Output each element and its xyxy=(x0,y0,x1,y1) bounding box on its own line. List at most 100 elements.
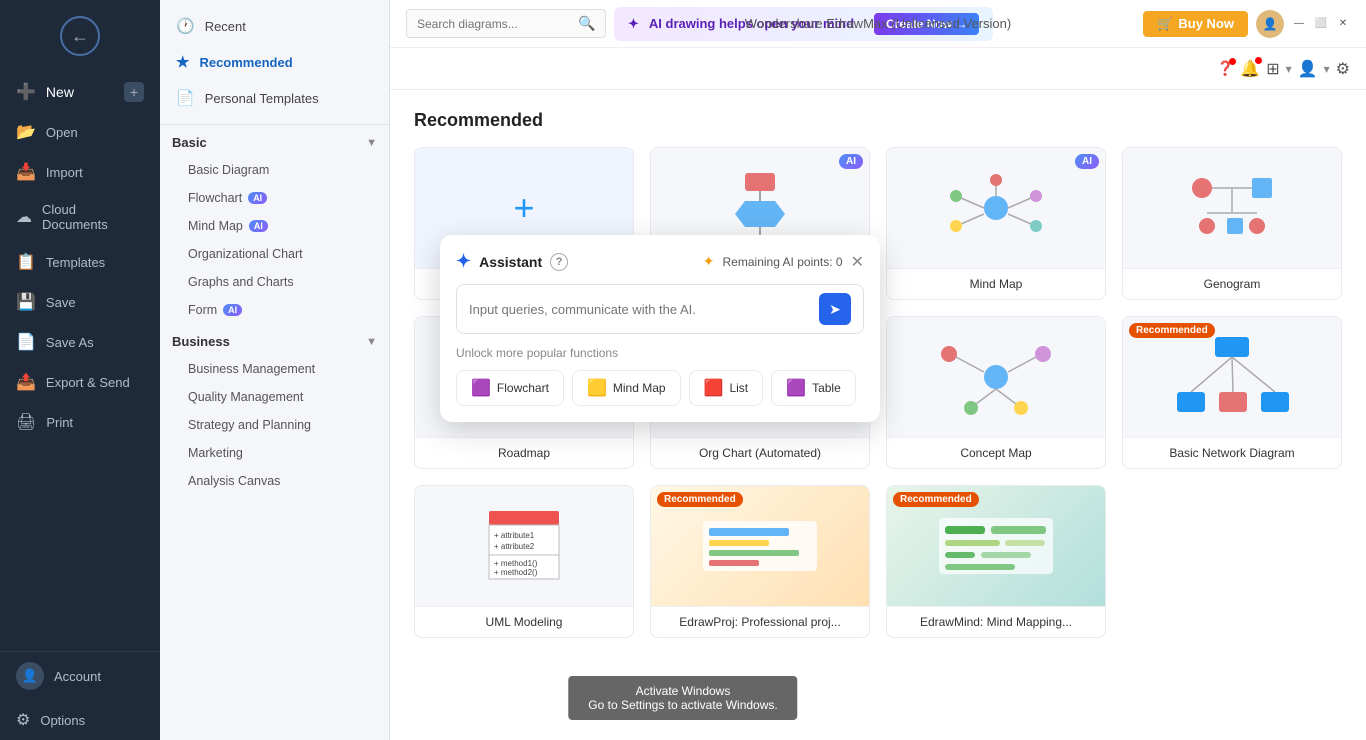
sidebar-nav-save[interactable]: 💾 Save xyxy=(0,282,160,322)
search-box[interactable]: 🔍 xyxy=(406,9,606,38)
maximize-button[interactable]: ⬜ xyxy=(1314,17,1328,31)
flowchart-label: Flowchart xyxy=(188,191,242,205)
nav-sub-mind-map[interactable]: Mind Map AI xyxy=(160,212,389,240)
search-input[interactable] xyxy=(417,17,572,31)
nav-sub-basic-diagram[interactable]: Basic Diagram xyxy=(160,156,389,184)
concept-card-image xyxy=(887,317,1105,437)
edrawmind-card-image: Recommended xyxy=(887,486,1105,606)
sidebar-bottom: 👤 Account ⚙ Options xyxy=(0,651,160,740)
flowchart-ai-badge: AI xyxy=(248,192,267,204)
sidebar-nav-import[interactable]: 📥 Import xyxy=(0,152,160,192)
network-diagram xyxy=(1167,332,1297,422)
logo-icon: ← xyxy=(60,16,100,56)
business-sub-items: Business Management Quality Management S… xyxy=(160,355,389,495)
svg-text:+ method2(): + method2() xyxy=(494,568,538,577)
sidebar-left: ← ➕ New + 📂 Open 📥 Import ☁ Cloud Docume… xyxy=(0,0,160,740)
open-label: Open xyxy=(46,125,78,140)
network-card-label: Basic Network Diagram xyxy=(1123,437,1341,468)
uml-diagram: + attribute1 + attribute2 + method1() + … xyxy=(459,501,589,591)
uml-card-image: + attribute1 + attribute2 + method1() + … xyxy=(415,486,633,606)
template-card-uml[interactable]: + attribute1 + attribute2 + method1() + … xyxy=(414,485,634,638)
marketing-label: Marketing xyxy=(188,446,243,460)
activate-windows-overlay: Activate Windows Go to Settings to activ… xyxy=(568,676,797,720)
network-recommended-badge: Recommended xyxy=(1129,323,1215,338)
buy-now-button[interactable]: 🛒 Buy Now xyxy=(1143,11,1248,37)
sidebar-nav-print[interactable]: 🖨 Print xyxy=(0,402,160,442)
nav-top-items: 🕐 Recent ★ Recommended 📄 Personal Templa… xyxy=(160,0,389,125)
minimize-button[interactable]: — xyxy=(1292,17,1306,31)
nav-sub-flowchart[interactable]: Flowchart AI xyxy=(160,184,389,212)
help-notif-dot xyxy=(1229,58,1236,65)
ai-action-table[interactable]: 🟪 Table xyxy=(771,370,856,406)
template-card-edrawmind[interactable]: Recommended EdrawMind: Mind Mapping... xyxy=(886,485,1106,638)
settings-icon[interactable]: ⚙ xyxy=(1336,59,1350,79)
ai-help-icon[interactable]: ? xyxy=(550,253,568,271)
nav-link-personal[interactable]: 📄 Personal Templates xyxy=(160,80,389,116)
grid-icon[interactable]: ⊞ xyxy=(1266,59,1279,79)
activate-line1: Activate Windows xyxy=(588,684,777,698)
nav-sub-marketing[interactable]: Marketing xyxy=(160,439,389,467)
sidebar-nav-cloud[interactable]: ☁ Cloud Documents xyxy=(0,192,160,242)
ai-query-input[interactable] xyxy=(469,302,811,317)
sidebar-nav-save-as[interactable]: 📄 Save As xyxy=(0,322,160,362)
basic-section-header[interactable]: Basic ▼ xyxy=(160,125,389,156)
graphs-label: Graphs and Charts xyxy=(188,275,294,289)
basic-section-label: Basic xyxy=(172,135,207,150)
concept-card-label: Concept Map xyxy=(887,437,1105,468)
save-label: Save xyxy=(46,295,76,310)
export-label: Export & Send xyxy=(46,375,130,390)
mind-map-ai-badge: AI xyxy=(249,220,268,232)
sidebar-nav-new[interactable]: ➕ New + xyxy=(0,72,160,112)
ai-points-row: ✦ Remaining AI points: 0 ✕ xyxy=(703,252,864,272)
ai-action-list[interactable]: 🟥 List xyxy=(689,370,764,406)
nav-sub-analysis[interactable]: Analysis Canvas xyxy=(160,467,389,495)
form-label: Form xyxy=(188,303,217,317)
template-card-concept[interactable]: Concept Map xyxy=(886,316,1106,469)
business-section-header[interactable]: Business ▼ xyxy=(160,324,389,355)
nav-sub-org-chart[interactable]: Organizational Chart xyxy=(160,240,389,268)
sidebar-nav-options[interactable]: ⚙ Options xyxy=(0,700,160,740)
top-bar-right: 🛒 Buy Now 👤 — ⬜ ✕ xyxy=(1143,10,1350,38)
personal-nav-label: Personal Templates xyxy=(205,91,319,106)
nav-sub-form[interactable]: Form AI xyxy=(160,296,389,324)
template-card-network[interactable]: Recommended Basic Network Diagram xyxy=(1122,316,1342,469)
notification-icon[interactable]: 🔔 xyxy=(1240,59,1260,79)
page-title: Recommended xyxy=(414,110,1342,131)
template-card-edrawproj[interactable]: Recommended EdrawProj: Professional proj… xyxy=(650,485,870,638)
sidebar-nav-export[interactable]: 📤 Export & Send xyxy=(0,362,160,402)
ai-assistant-overlay: ✦ Assistant ? ✦ Remaining AI points: 0 ✕… xyxy=(440,235,880,422)
nav-link-recommended[interactable]: ★ Recommended xyxy=(160,44,389,80)
edrawmind-card-label: EdrawMind: Mind Mapping... xyxy=(887,606,1105,637)
ai-close-button[interactable]: ✕ xyxy=(851,252,864,272)
sidebar-nav-account[interactable]: 👤 Account xyxy=(0,652,160,700)
save-icon: 💾 xyxy=(16,292,36,312)
user-menu-icon[interactable]: 👤 xyxy=(1298,59,1318,79)
help-icon[interactable]: ❓ xyxy=(1217,60,1234,77)
nav-link-recent[interactable]: 🕐 Recent xyxy=(160,8,389,44)
cloud-icon: ☁ xyxy=(16,207,32,227)
ai-send-button[interactable]: ➤ xyxy=(819,293,851,325)
search-icon: 🔍 xyxy=(578,15,595,32)
sidebar-nav-templates[interactable]: 📋 Templates xyxy=(0,242,160,282)
template-card-genogram[interactable]: Genogram xyxy=(1122,147,1342,300)
genogram-diagram xyxy=(1172,168,1292,248)
import-label: Import xyxy=(46,165,83,180)
template-card-mindmap[interactable]: AI Mind Map xyxy=(886,147,1106,300)
add-plus-button[interactable]: + xyxy=(124,82,144,102)
account-label: Account xyxy=(54,669,101,684)
basic-diagram-label: Basic Diagram xyxy=(188,163,269,177)
nav-sub-strategy[interactable]: Strategy and Planning xyxy=(160,411,389,439)
nav-sub-quality[interactable]: Quality Management xyxy=(160,383,389,411)
toolbar-separator: ▾ xyxy=(1286,62,1292,76)
sidebar-nav-open[interactable]: 📂 Open xyxy=(0,112,160,152)
nav-sub-business-mgmt[interactable]: Business Management xyxy=(160,355,389,383)
roadmap-card-label: Roadmap xyxy=(415,437,633,468)
recommended-nav-icon: ★ xyxy=(176,53,189,71)
nav-sub-graphs[interactable]: Graphs and Charts xyxy=(160,268,389,296)
ai-action-mindmap[interactable]: 🟨 Mind Map xyxy=(572,370,681,406)
business-section-label: Business xyxy=(172,334,230,349)
print-label: Print xyxy=(46,415,73,430)
close-button[interactable]: ✕ xyxy=(1336,17,1350,31)
ai-action-flowchart[interactable]: 🟪 Flowchart xyxy=(456,370,564,406)
new-plus-icon: + xyxy=(500,184,548,232)
